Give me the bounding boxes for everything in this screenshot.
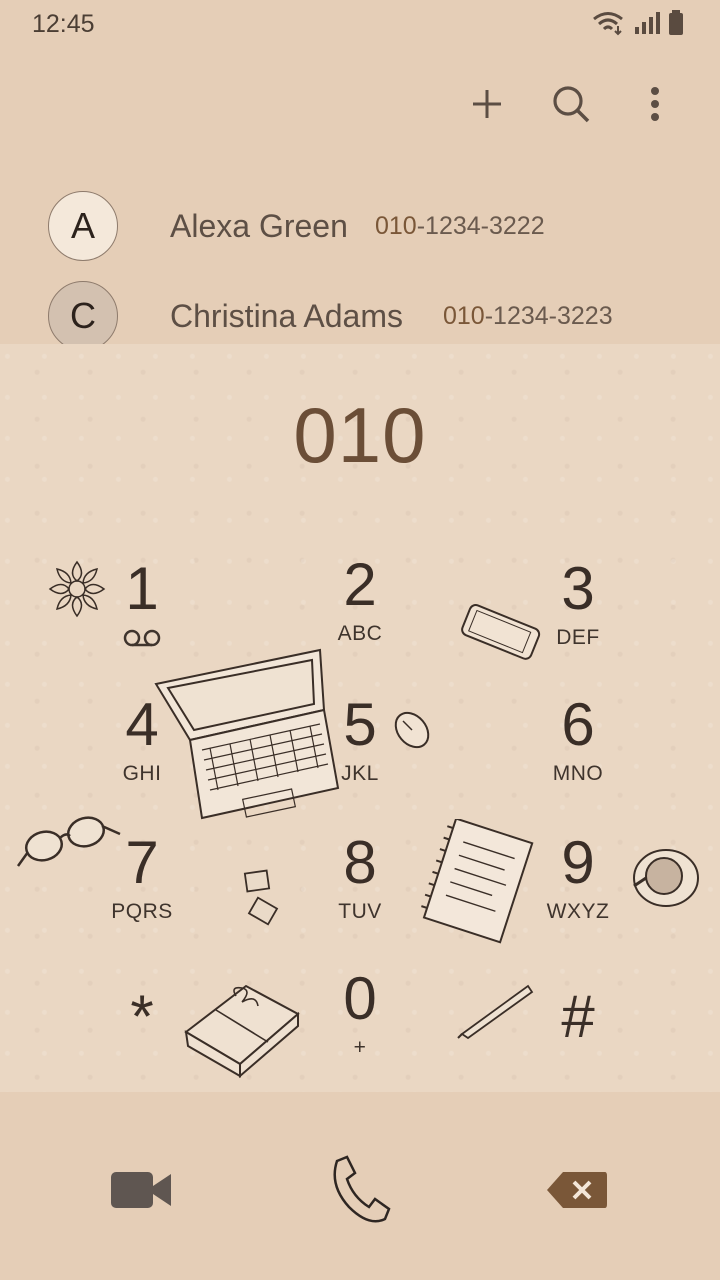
backspace-button[interactable] bbox=[528, 1150, 628, 1230]
key-1[interactable]: 1 bbox=[42, 556, 242, 676]
contact-name: Christina Adams bbox=[170, 298, 403, 334]
key-letters: MNO bbox=[552, 762, 604, 785]
more-options-button[interactable] bbox=[630, 76, 680, 132]
key-hash[interactable]: # bbox=[478, 984, 678, 1104]
key-letters: PQRS bbox=[111, 900, 173, 923]
video-call-icon bbox=[111, 1172, 171, 1208]
key-digit: 2 bbox=[343, 551, 377, 618]
status-icons bbox=[592, 10, 684, 36]
key-letters: + bbox=[353, 1036, 367, 1059]
number-rest: -1234-3223 bbox=[484, 302, 613, 330]
key-digit: * bbox=[130, 983, 154, 1050]
backspace-icon bbox=[547, 1172, 607, 1208]
number-match: 010 bbox=[375, 212, 417, 240]
contact-suggestions: A Alexa Green 010-1234-3222 C Christina … bbox=[0, 178, 720, 344]
contact-name: Alexa Green bbox=[170, 208, 348, 244]
key-digit: 6 bbox=[561, 691, 595, 758]
key-digit: 8 bbox=[343, 829, 377, 896]
key-9[interactable]: 9 WXYZ bbox=[478, 830, 678, 950]
number-match: 010 bbox=[443, 302, 485, 330]
status-time: 12:45 bbox=[32, 10, 95, 38]
key-2[interactable]: 2 ABC bbox=[260, 552, 460, 672]
contact-number: 010-1234-3222 bbox=[375, 212, 545, 241]
key-letters: DEF bbox=[556, 626, 600, 649]
avatar: C bbox=[48, 281, 118, 344]
contact-row[interactable]: C Christina Adams 010-1234-3223 bbox=[0, 270, 720, 344]
key-digit: 4 bbox=[125, 691, 159, 758]
status-bar: 12:45 bbox=[0, 0, 720, 48]
voicemail-icon bbox=[123, 629, 161, 647]
key-digit: # bbox=[561, 983, 595, 1050]
key-4[interactable]: 4 GHI bbox=[42, 692, 242, 812]
key-0[interactable]: 0 + bbox=[260, 966, 460, 1086]
call-button[interactable] bbox=[310, 1150, 410, 1230]
dialed-number: 010 bbox=[293, 391, 427, 479]
key-6[interactable]: 6 MNO bbox=[478, 692, 678, 812]
key-digit: 1 bbox=[125, 555, 159, 622]
key-letters: JKL bbox=[341, 762, 379, 785]
search-button[interactable] bbox=[546, 76, 596, 132]
key-digit: 5 bbox=[343, 691, 377, 758]
key-3[interactable]: 3 DEF bbox=[478, 556, 678, 676]
number-rest: -1234-3222 bbox=[416, 212, 545, 240]
key-digit: 9 bbox=[561, 829, 595, 896]
toolbar bbox=[462, 76, 680, 132]
more-options-icon bbox=[651, 87, 659, 121]
key-8[interactable]: 8 TUV bbox=[260, 830, 460, 950]
wifi-icon bbox=[593, 12, 623, 36]
key-letters: TUV bbox=[338, 900, 382, 923]
key-7[interactable]: 7 PQRS bbox=[42, 830, 242, 950]
key-letters: GHI bbox=[122, 762, 162, 785]
key-digit: 7 bbox=[125, 829, 159, 896]
video-call-button[interactable] bbox=[92, 1150, 192, 1230]
key-5[interactable]: 5 JKL bbox=[260, 692, 460, 812]
add-contact-button[interactable] bbox=[462, 76, 512, 132]
key-digit: 3 bbox=[561, 555, 595, 622]
search-icon bbox=[553, 86, 590, 123]
key-digit: 0 bbox=[343, 965, 377, 1032]
dialpad-area: 010 1 2 ABC 3 DEF 4 GHI 5 JKL 6 MNO 7 PQ… bbox=[0, 344, 720, 1092]
bottom-action-bar bbox=[0, 1092, 720, 1280]
contact-row[interactable]: A Alexa Green 010-1234-3222 bbox=[0, 180, 720, 270]
signal-icon bbox=[635, 12, 660, 34]
avatar: A bbox=[48, 191, 118, 261]
key-letters: ABC bbox=[337, 622, 383, 645]
phone-icon bbox=[333, 1155, 391, 1223]
battery-icon bbox=[669, 10, 683, 35]
contact-number: 010-1234-3223 bbox=[443, 302, 613, 331]
add-icon bbox=[473, 90, 501, 118]
key-star[interactable]: * bbox=[42, 984, 242, 1104]
key-letters: WXYZ bbox=[546, 900, 610, 923]
